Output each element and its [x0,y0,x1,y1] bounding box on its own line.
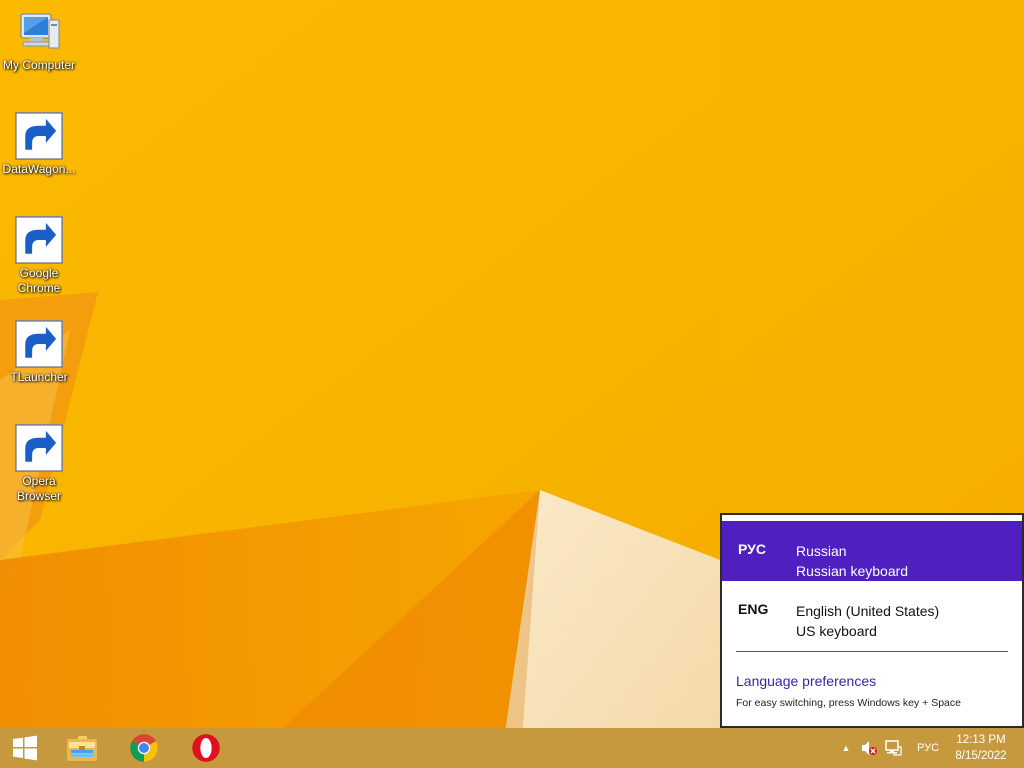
clock[interactable]: 12:13 PM 8/15/2022 [950,728,1012,768]
desktop-icon-opera[interactable]: Opera Browser [0,424,78,504]
switching-hint: For easy switching, press Windows key + … [736,697,961,709]
clock-time: 12:13 PM [956,734,1006,746]
taskbar: ▲ РУС 12:13 PM 8/15/2022 [0,728,1024,768]
language-option-english[interactable]: ENG English (United States) US keyboard [722,581,1022,641]
desktop-icon-my-computer[interactable]: My Computer [0,8,78,73]
keyboard-layout-name: US keyboard [796,623,877,639]
clock-date: 8/15/2022 [955,750,1007,762]
volume-muted-icon[interactable] [858,728,880,768]
language-abbr: ENG [738,601,769,617]
input-language-indicator[interactable]: РУС [908,728,948,768]
language-name: Russian [796,543,847,559]
taskbar-opera[interactable] [176,728,236,768]
flyout-divider [736,651,1008,652]
language-abbr: РУС [738,541,766,557]
windows-logo-icon [13,735,37,761]
keyboard-layout-name: Russian keyboard [796,563,909,579]
shortcut-arrow-icon [15,216,63,264]
desktop-icon-label: DataWagon... [2,162,76,176]
desktop-icon-label: Opera Browser [16,474,61,503]
taskbar-file-explorer[interactable] [52,728,112,768]
desktop-icon-label: My Computer [2,58,76,72]
shortcut-arrow-icon [15,112,63,160]
shortcut-arrow-icon [15,424,63,472]
language-flyout: РУС Russian Russian keyboard ENG English… [720,513,1024,728]
desktop-icon-label: TLauncher [10,370,68,384]
desktop-icon-label: Google Chrome [17,266,61,295]
language-preferences-link[interactable]: Language preferences [736,673,876,689]
desktop-icon-google-chrome[interactable]: Google Chrome [0,216,78,296]
language-option-russian[interactable]: РУС Russian Russian keyboard [722,521,1022,581]
folder-icon [67,736,97,761]
taskbar-google-chrome[interactable] [114,728,174,768]
network-monitor-icon [885,740,902,756]
opera-icon [192,734,220,762]
language-name: English (United States) [796,603,940,619]
computer-icon [20,13,60,49]
network-icon[interactable] [882,728,904,768]
desktop-icon-datawagon[interactable]: DataWagon... [0,112,78,177]
desktop-icon-tlauncher[interactable]: TLauncher [0,320,78,385]
start-button[interactable] [0,728,50,768]
chrome-icon [130,734,158,762]
speaker-icon [862,741,877,755]
shortcut-arrow-icon [15,320,63,368]
show-hidden-icons-chevron-icon[interactable]: ▲ [838,728,854,768]
